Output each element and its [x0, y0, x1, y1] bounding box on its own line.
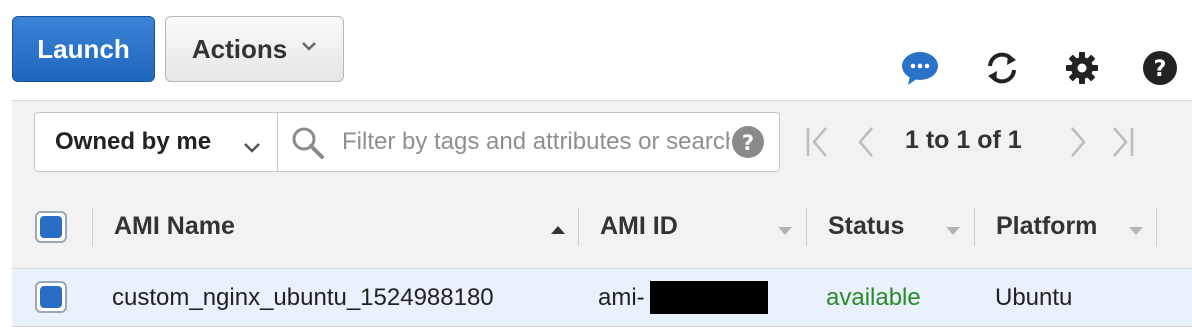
chevron-down-icon[interactable] [777, 223, 793, 241]
launch-button[interactable]: Launch [12, 16, 155, 82]
column-header-ami-name[interactable]: AMI Name [114, 212, 235, 241]
chevron-down-icon [243, 133, 261, 161]
chevron-down-icon [301, 38, 317, 56]
pagination-text: 1 to 1 of 1 [905, 126, 1022, 154]
column-divider [974, 208, 975, 246]
checkbox-fill [40, 216, 62, 238]
ami-id-cell: ami- [598, 284, 645, 311]
column-divider [806, 208, 807, 246]
owner-filter-label: Owned by me [55, 128, 212, 155]
checkbox-fill [40, 286, 62, 308]
column-header-status[interactable]: Status [828, 212, 904, 241]
column-header-platform[interactable]: Platform [996, 212, 1097, 241]
column-divider [578, 208, 579, 246]
owner-filter-select[interactable]: Owned by me [34, 112, 278, 172]
launch-label: Launch [37, 33, 130, 64]
gear-icon[interactable] [1062, 48, 1102, 88]
search-icon [290, 125, 326, 166]
search-help-icon[interactable]: ? [730, 124, 766, 165]
chevron-down-icon[interactable] [1128, 223, 1144, 241]
help-icon[interactable]: ? [1140, 48, 1180, 88]
column-divider [1156, 208, 1157, 246]
select-all-checkbox[interactable] [35, 211, 67, 243]
column-divider [92, 208, 93, 246]
sort-ascending-icon[interactable] [550, 222, 566, 240]
previous-page-icon[interactable] [854, 122, 878, 162]
column-header-ami-id[interactable]: AMI ID [600, 212, 678, 241]
last-page-icon[interactable] [1108, 122, 1136, 162]
next-page-icon[interactable] [1066, 122, 1090, 162]
search-box[interactable]: ? [278, 112, 780, 172]
status-cell: available [826, 284, 921, 311]
ami-name-cell: custom_nginx_ubuntu_1524988180 [112, 284, 494, 311]
chevron-down-icon[interactable] [945, 223, 961, 241]
search-input[interactable] [342, 125, 730, 159]
redacted-block [650, 281, 768, 314]
row-checkbox[interactable] [35, 281, 67, 313]
first-page-icon[interactable] [804, 122, 832, 162]
chat-icon[interactable] [900, 48, 940, 88]
actions-button[interactable]: Actions [165, 16, 344, 82]
svg-text:?: ? [1154, 57, 1167, 82]
refresh-icon[interactable] [982, 48, 1022, 88]
svg-text:?: ? [742, 131, 754, 155]
actions-label: Actions [191, 33, 288, 64]
platform-cell: Ubuntu [995, 284, 1073, 311]
